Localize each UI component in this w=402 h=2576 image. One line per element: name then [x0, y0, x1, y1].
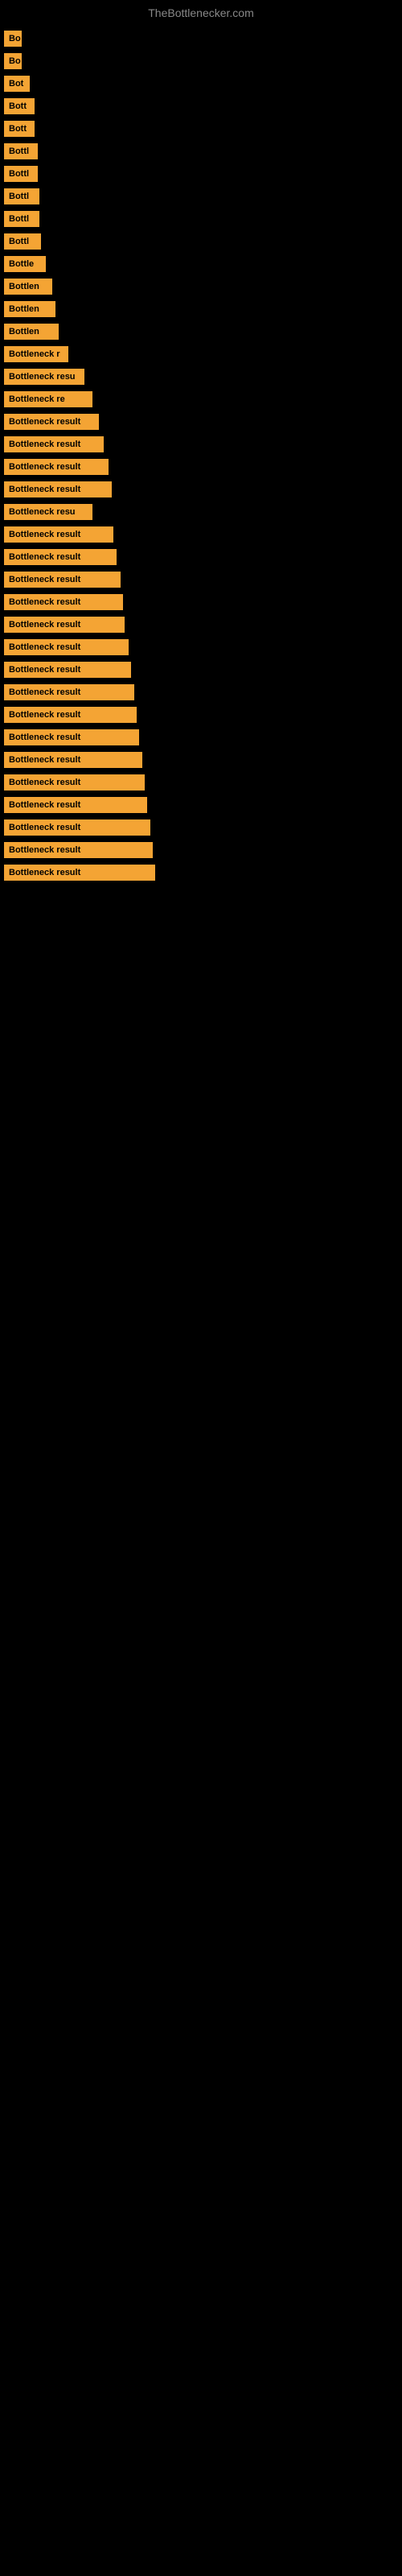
list-item: Bottleneck result: [4, 819, 398, 836]
list-item: Bottleneck result: [4, 549, 398, 565]
list-item: Bottleneck result: [4, 842, 398, 858]
list-item: Bottleneck result: [4, 459, 398, 475]
bottleneck-label[interactable]: Bottlen: [4, 301, 55, 317]
bottleneck-label[interactable]: Bot: [4, 76, 30, 92]
list-item: Bottl: [4, 233, 398, 250]
bottleneck-label[interactable]: Bottl: [4, 166, 38, 182]
list-item: Bot: [4, 76, 398, 92]
list-item: Bo: [4, 31, 398, 47]
bottleneck-label[interactable]: Bottle: [4, 256, 46, 272]
bottleneck-label[interactable]: Bottleneck resu: [4, 504, 92, 520]
list-item: Bottlen: [4, 301, 398, 317]
list-item: Bottleneck result: [4, 414, 398, 430]
list-item: Bottleneck resu: [4, 504, 398, 520]
bottleneck-label[interactable]: Bo: [4, 31, 22, 47]
bottleneck-label[interactable]: Bottleneck result: [4, 842, 153, 858]
bottleneck-label[interactable]: Bottleneck result: [4, 729, 139, 745]
bottleneck-label[interactable]: Bott: [4, 98, 35, 114]
bottleneck-label[interactable]: Bottleneck result: [4, 865, 155, 881]
list-item: Bott: [4, 121, 398, 137]
bottleneck-label[interactable]: Bottleneck result: [4, 414, 99, 430]
list-item: Bottleneck result: [4, 436, 398, 452]
list-item: Bo: [4, 53, 398, 69]
list-item: Bottleneck result: [4, 572, 398, 588]
bottleneck-label[interactable]: Bottleneck result: [4, 594, 123, 610]
bottleneck-label[interactable]: Bottleneck result: [4, 436, 104, 452]
list-item: Bottleneck result: [4, 707, 398, 723]
list-item: Bottleneck result: [4, 662, 398, 678]
bottleneck-label[interactable]: Bott: [4, 121, 35, 137]
bottleneck-label[interactable]: Bottl: [4, 143, 38, 159]
list-item: Bottleneck result: [4, 617, 398, 633]
list-item: Bottleneck result: [4, 639, 398, 655]
list-item: Bottleneck result: [4, 729, 398, 745]
bottleneck-label[interactable]: Bottleneck result: [4, 617, 125, 633]
bottleneck-label[interactable]: Bottleneck result: [4, 752, 142, 768]
bottleneck-label[interactable]: Bottleneck result: [4, 459, 109, 475]
bottleneck-label[interactable]: Bottleneck result: [4, 707, 137, 723]
list-item: Bottleneck result: [4, 594, 398, 610]
items-container: Bo Bo Bot Bott Bott Bottl Bottl Bottl Bottl Bottl…: [0, 23, 402, 895]
list-item: Bottleneck result: [4, 752, 398, 768]
bottleneck-label[interactable]: Bo: [4, 53, 22, 69]
bottleneck-label[interactable]: Bottleneck resu: [4, 369, 84, 385]
list-item: Bottlen: [4, 279, 398, 295]
bottleneck-label[interactable]: Bottleneck result: [4, 819, 150, 836]
list-item: Bottleneck result: [4, 684, 398, 700]
bottleneck-label[interactable]: Bottl: [4, 188, 39, 204]
list-item: Bottleneck result: [4, 797, 398, 813]
bottleneck-label[interactable]: Bottleneck result: [4, 639, 129, 655]
list-item: Bottleneck result: [4, 774, 398, 791]
list-item: Bottleneck result: [4, 481, 398, 497]
list-item: Bottleneck r: [4, 346, 398, 362]
bottleneck-label[interactable]: Bottl: [4, 233, 41, 250]
site-title: TheBottlenecker.com: [0, 0, 402, 23]
bottleneck-label[interactable]: Bottlen: [4, 279, 52, 295]
list-item: Bott: [4, 98, 398, 114]
list-item: Bottl: [4, 211, 398, 227]
bottleneck-label[interactable]: Bottl: [4, 211, 39, 227]
bottleneck-label[interactable]: Bottleneck result: [4, 526, 113, 543]
list-item: Bottle: [4, 256, 398, 272]
list-item: Bottlen: [4, 324, 398, 340]
bottleneck-label[interactable]: Bottlen: [4, 324, 59, 340]
bottleneck-label[interactable]: Bottleneck result: [4, 797, 147, 813]
list-item: Bottl: [4, 166, 398, 182]
bottleneck-label[interactable]: Bottleneck re: [4, 391, 92, 407]
list-item: Bottleneck result: [4, 865, 398, 881]
bottleneck-label[interactable]: Bottleneck result: [4, 549, 117, 565]
list-item: Bottleneck result: [4, 526, 398, 543]
list-item: Bottl: [4, 143, 398, 159]
bottleneck-label[interactable]: Bottleneck result: [4, 684, 134, 700]
list-item: Bottleneck re: [4, 391, 398, 407]
bottleneck-label[interactable]: Bottleneck r: [4, 346, 68, 362]
bottleneck-label[interactable]: Bottleneck result: [4, 774, 145, 791]
bottleneck-label[interactable]: Bottleneck result: [4, 662, 131, 678]
list-item: Bottl: [4, 188, 398, 204]
bottleneck-label[interactable]: Bottleneck result: [4, 572, 121, 588]
list-item: Bottleneck resu: [4, 369, 398, 385]
bottleneck-label[interactable]: Bottleneck result: [4, 481, 112, 497]
